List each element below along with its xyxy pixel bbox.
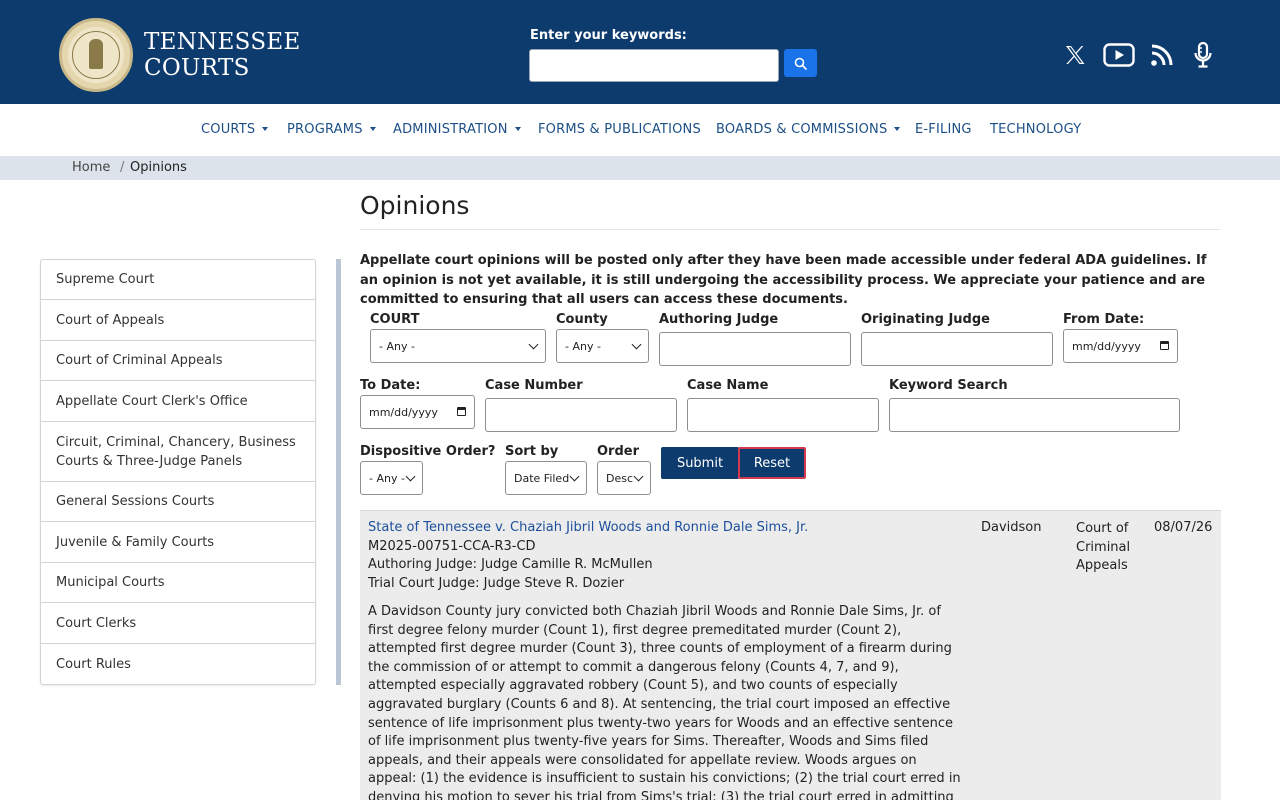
- case-name-label: Case Name: [687, 378, 769, 393]
- order-value: Desc: [606, 471, 634, 485]
- result-county: Davidson: [981, 520, 1042, 535]
- to-date-label: To Date:: [360, 378, 421, 393]
- sort-by-value: Date Filed: [514, 471, 570, 485]
- rss-link[interactable]: [1149, 38, 1175, 72]
- county-select-value: - Any -: [565, 339, 601, 353]
- from-date-input[interactable]: mm/dd/yyyy: [1063, 329, 1178, 363]
- order-select[interactable]: Desc: [597, 461, 651, 495]
- to-date-value: mm/dd/yyyy: [369, 405, 438, 419]
- sidebar-item-municipal-courts[interactable]: Municipal Courts: [41, 563, 315, 603]
- page-title: Opinions: [360, 191, 470, 220]
- case-number-input[interactable]: [485, 398, 677, 432]
- nav-courts[interactable]: COURTS: [201, 122, 268, 137]
- court-select[interactable]: - Any -: [370, 329, 546, 363]
- originating-judge-input[interactable]: [861, 332, 1053, 366]
- title-divider: [360, 229, 1220, 230]
- tennessee-judiciary-seal-logo[interactable]: [59, 18, 133, 92]
- sidebar-item-court-clerks[interactable]: Court Clerks: [41, 603, 315, 644]
- county-label: County: [556, 312, 608, 327]
- chevron-down-icon: [405, 471, 416, 482]
- submit-button[interactable]: Submit: [661, 447, 739, 479]
- county-select[interactable]: - Any -: [556, 329, 649, 363]
- nav-programs[interactable]: PROGRAMS: [287, 122, 376, 137]
- sidebar-item-court-of-appeals[interactable]: Court of Appeals: [41, 300, 315, 341]
- case-number: M2025-00751-CCA-R3-CD: [368, 539, 536, 554]
- search-label: Enter your keywords:: [530, 28, 687, 43]
- result-court: Court of Criminal Appeals: [1076, 521, 1131, 573]
- case-summary: A Davidson County jury convicted both Ch…: [368, 604, 961, 800]
- result-date: 08/07/26: [1154, 520, 1213, 535]
- keyword-search-input[interactable]: [529, 49, 779, 82]
- sort-by-select[interactable]: Date Filed: [505, 461, 587, 495]
- dispositive-order-value: - Any -: [369, 471, 405, 485]
- chevron-down-icon: [633, 471, 644, 482]
- x-link[interactable]: [1062, 38, 1088, 72]
- breadcrumb: Home / Opinions: [0, 156, 1280, 180]
- keyword-search-label: Keyword Search: [889, 378, 1008, 393]
- youtube-icon: [1103, 43, 1135, 67]
- chevron-down-icon: [569, 471, 580, 482]
- breadcrumb-home[interactable]: Home: [72, 160, 110, 175]
- rss-icon: [1151, 44, 1173, 66]
- nav-technology[interactable]: TECHNOLOGY: [990, 122, 1081, 137]
- sidebar-item-juvenile-family-courts[interactable]: Juvenile & Family Courts: [41, 522, 315, 563]
- chevron-down-icon: [631, 339, 642, 350]
- reset-button[interactable]: Reset: [738, 447, 806, 479]
- authoring-judge-label: Authoring Judge: [659, 312, 779, 327]
- calendar-icon: [457, 407, 466, 416]
- from-date-value: mm/dd/yyyy: [1072, 339, 1141, 353]
- search-button[interactable]: [784, 49, 817, 77]
- nav-boards-commissions[interactable]: BOARDS & COMMISSIONS: [716, 122, 900, 137]
- order-label: Order: [597, 444, 639, 459]
- opinion-result-row: State of Tennessee v. Chaziah Jibril Woo…: [360, 510, 1221, 800]
- search-icon: [794, 57, 807, 70]
- court-select-value: - Any -: [379, 339, 415, 353]
- sidebar-item-court-of-criminal-appeals[interactable]: Court of Criminal Appeals: [41, 341, 315, 381]
- x-icon: [1066, 46, 1085, 64]
- trial-court-judge: Trial Court Judge: Judge Steve R. Dozier: [368, 576, 625, 591]
- site-brand[interactable]: TENNESSEE COURTS: [144, 29, 301, 81]
- content-divider: [336, 259, 341, 685]
- sidebar-item-appellate-court-clerks-office[interactable]: Appellate Court Clerk's Office: [41, 381, 315, 422]
- brand-line-1: TENNESSEE: [144, 29, 301, 55]
- podcast-link[interactable]: [1191, 38, 1215, 72]
- dispositive-order-select[interactable]: - Any -: [360, 461, 423, 495]
- case-number-label: Case Number: [485, 378, 583, 393]
- brand-line-2: COURTS: [144, 55, 250, 81]
- authoring-judge-input[interactable]: [659, 332, 851, 366]
- case-name-input[interactable]: [687, 398, 879, 432]
- breadcrumb-separator: /: [120, 160, 125, 175]
- calendar-icon: [1160, 341, 1169, 350]
- podcast-icon: [1194, 41, 1212, 68]
- seal-figure: [89, 39, 103, 69]
- to-date-input[interactable]: mm/dd/yyyy: [360, 395, 475, 429]
- court-label: COURT: [370, 312, 420, 327]
- site-header: TENNESSEE COURTS Enter your keywords:: [0, 0, 1280, 104]
- ada-notice: Appellate court opinions will be posted …: [360, 253, 1207, 307]
- sidebar-item-court-rules[interactable]: Court Rules: [41, 644, 315, 684]
- sidebar-item-supreme-court[interactable]: Supreme Court: [41, 260, 315, 300]
- chevron-down-icon: [528, 339, 539, 350]
- dispositive-order-label: Dispositive Order?: [360, 444, 496, 459]
- sidebar-item-general-sessions-courts[interactable]: General Sessions Courts: [41, 482, 315, 522]
- main-navigation: COURTS PROGRAMS ADMINISTRATION FORMS & P…: [0, 104, 1280, 156]
- sidebar-menu: Supreme Court Court of Appeals Court of …: [40, 259, 316, 685]
- from-date-label: From Date:: [1063, 312, 1145, 327]
- youtube-link[interactable]: [1101, 38, 1137, 72]
- originating-judge-label: Originating Judge: [861, 312, 990, 327]
- sort-by-label: Sort by: [505, 444, 559, 459]
- breadcrumb-current: Opinions: [130, 160, 187, 175]
- nav-e-filing[interactable]: E-FILING: [915, 122, 972, 137]
- keyword-filter-input[interactable]: [889, 398, 1180, 432]
- nav-administration[interactable]: ADMINISTRATION: [393, 122, 521, 137]
- nav-forms-publications[interactable]: FORMS & PUBLICATIONS: [538, 122, 701, 137]
- authoring-judge: Authoring Judge: Judge Camille R. McMull…: [368, 557, 653, 572]
- sidebar-item-trial-courts[interactable]: Circuit, Criminal, Chancery, Business Co…: [41, 422, 315, 482]
- case-title-link[interactable]: State of Tennessee v. Chaziah Jibril Woo…: [368, 520, 808, 535]
